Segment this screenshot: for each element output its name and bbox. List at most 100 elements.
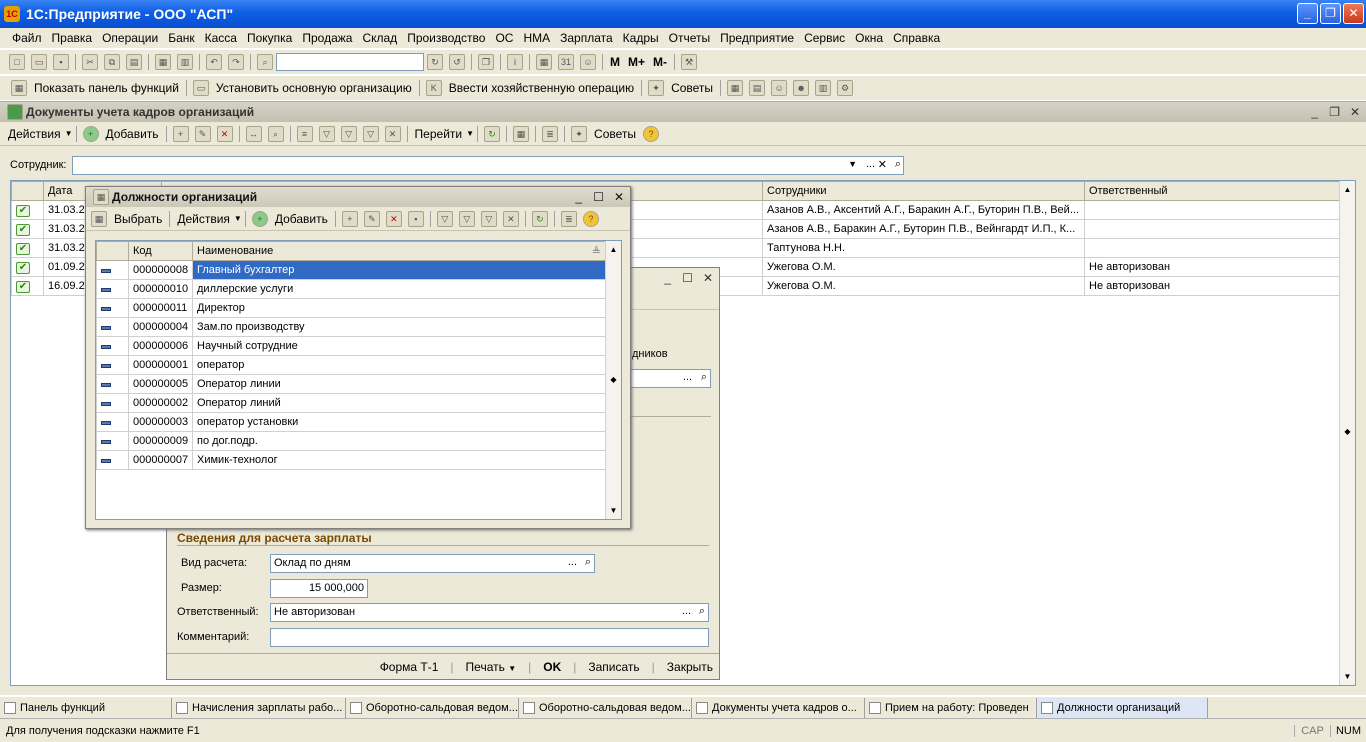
hire-minimize-button[interactable]: _ [664,271,671,285]
menu-item[interactable]: Склад [362,31,397,45]
pos-save-icon[interactable]: ▪ [407,210,424,227]
menu-item[interactable]: НМА [523,31,550,45]
list-item[interactable]: 000000001 оператор [96,355,606,375]
filter-select-button[interactable]: ... [866,158,875,170]
memory-plus-button[interactable]: M+ [628,55,645,69]
refresh-icon[interactable]: ↻ [484,125,501,142]
menu-item[interactable]: Банк [168,31,194,45]
menu-item[interactable]: Отчеты [669,31,710,45]
pos-close-button[interactable]: ✕ [614,190,624,204]
new-doc-icon[interactable]: □ [9,54,25,70]
menu-item[interactable]: Производство [407,31,485,45]
enter-operation-button[interactable]: Ввести хозяйственную операцию [449,81,634,95]
col-employees[interactable]: Сотрудники [762,181,1085,201]
menu-item[interactable]: Зарплата [560,31,613,45]
calendar-icon[interactable]: 31 [558,54,574,70]
menu-item[interactable]: Касса [205,31,237,45]
calc-type-field[interactable]: Оклад по дням ... ⌕ [270,554,595,573]
filter-value-icon[interactable]: ▽ [340,125,357,142]
doc-add-button[interactable]: Добавить [106,127,159,141]
calc-type-select[interactable]: ... [568,556,577,568]
taskbar-item[interactable]: Оборотно-сальдовая ведом... [519,698,692,718]
pos-add-button[interactable]: Добавить [275,212,328,226]
hire-print-button[interactable]: Печать ▼ [466,660,517,674]
calc-type-search-icon[interactable]: ⌕ [585,556,591,569]
doc-goto-button[interactable]: Перейти [415,127,463,141]
doc-actions-button[interactable]: Действия [8,127,61,141]
print-icon[interactable]: ▦ [155,54,171,70]
list-item[interactable]: 000000006 Научный сотрудние [96,336,606,356]
taskbar-item[interactable]: Панель функций [0,698,172,718]
windows-icon[interactable]: ❐ [478,54,494,70]
responsible-select[interactable]: ... [682,605,691,617]
doc-restore-button[interactable]: ❐ [1329,105,1340,119]
pos-maximize-button[interactable]: ☐ [593,190,604,204]
hire-partial-search-icon[interactable]: ⌕ [701,371,707,384]
hire-partial-field[interactable]: ... ⌕ [629,369,711,388]
copy-icon[interactable]: ⧉ [104,54,120,70]
doc-tips-button[interactable]: Советы [594,127,636,141]
list-item[interactable]: 000000007 Химик-технолог [96,450,606,470]
pos-filter-list-icon[interactable]: ▽ [480,210,497,227]
preview-icon[interactable]: ▥ [177,54,193,70]
pos-minimize-button[interactable]: _ [575,190,582,204]
undo-icon[interactable]: ↶ [206,54,222,70]
report-icon[interactable]: ▥ [815,80,832,96]
menu-item[interactable]: Предприятие [720,31,794,45]
paste-icon[interactable]: ▤ [126,54,142,70]
list-item[interactable]: 000000010 диллерские услуги [96,279,606,299]
filter-icon[interactable]: ▽ [318,125,335,142]
period-icon[interactable]: ↔ [245,125,262,142]
help-icon[interactable]: ? [643,125,660,142]
tips-button[interactable]: Советы [671,81,713,95]
menu-item[interactable]: Сервис [804,31,845,45]
memory-m-button[interactable]: M [610,55,620,69]
settings-icon[interactable]: ⚙ [837,80,854,96]
filter-clear-icon[interactable]: ✕ [878,158,887,171]
search-icon[interactable]: ⌕ [257,54,273,70]
pos-refresh-icon[interactable]: ↻ [531,210,548,227]
columns-icon[interactable]: ≣ [542,125,559,142]
menu-item[interactable]: Справка [893,31,940,45]
taskbar-item[interactable]: Прием на работу: Проведен [865,698,1037,718]
menu-item[interactable]: Покупка [247,31,292,45]
pos-filter-icon[interactable]: ▽ [436,210,453,227]
hire-restore-button[interactable]: ☐ [682,271,693,285]
doc-list-icon[interactable]: ▤ [749,80,766,96]
menu-item[interactable]: Окна [855,31,883,45]
positions-scrollbar[interactable]: ▲ ◆ ▼ [605,241,621,519]
copy-item-icon[interactable]: + [172,125,189,142]
menu-item[interactable]: Продажа [302,31,352,45]
form-t1-button[interactable]: Форма Т-1 [380,660,439,674]
pos-filter-value-icon[interactable]: ▽ [458,210,475,227]
documents-scrollbar[interactable]: ▲ ◆ ▼ [1339,181,1355,685]
responsible-search-icon[interactable]: ⌕ [699,605,705,618]
search-input[interactable] [276,53,424,71]
taskbar-item[interactable]: Начисления зарплаты рабо... [172,698,346,718]
minimize-button[interactable]: _ [1297,3,1318,24]
pos-col-name[interactable]: Наименование ≜ [192,241,606,261]
list-item[interactable]: 000000009 по дог.подр. [96,431,606,451]
taskbar-item[interactable]: Должности организаций [1037,698,1208,718]
filter-search-icon[interactable]: ⌕ [895,158,901,171]
users-icon[interactable]: ☺ [580,54,596,70]
memory-minus-button[interactable]: M- [653,55,667,69]
show-function-panel-button[interactable]: Показать панель функций [34,81,179,95]
calculator-icon[interactable]: ▦ [536,54,552,70]
pos-columns-icon[interactable]: ≣ [560,210,577,227]
ok-button[interactable]: OK [543,660,561,674]
delete-icon[interactable]: ✕ [216,125,233,142]
menu-item[interactable]: Правка [52,31,93,45]
pos-delete-icon[interactable]: ✕ [385,210,402,227]
doc-close-button[interactable]: ✕ [1350,105,1360,119]
post-icon[interactable]: ≡ [296,125,313,142]
save-button[interactable]: Записать [588,660,639,674]
list-item[interactable]: 000000008 Главный бухгалтер [96,260,606,280]
filter-list-icon[interactable]: ▽ [362,125,379,142]
staff-icon[interactable]: ☻ [793,80,810,96]
menu-item[interactable]: Операции [102,31,158,45]
redo-icon[interactable]: ↷ [228,54,244,70]
pos-copy-icon[interactable]: + [341,210,358,227]
list-item[interactable]: 000000003 оператор установки [96,412,606,432]
tools-icon[interactable]: ⚒ [681,54,698,70]
